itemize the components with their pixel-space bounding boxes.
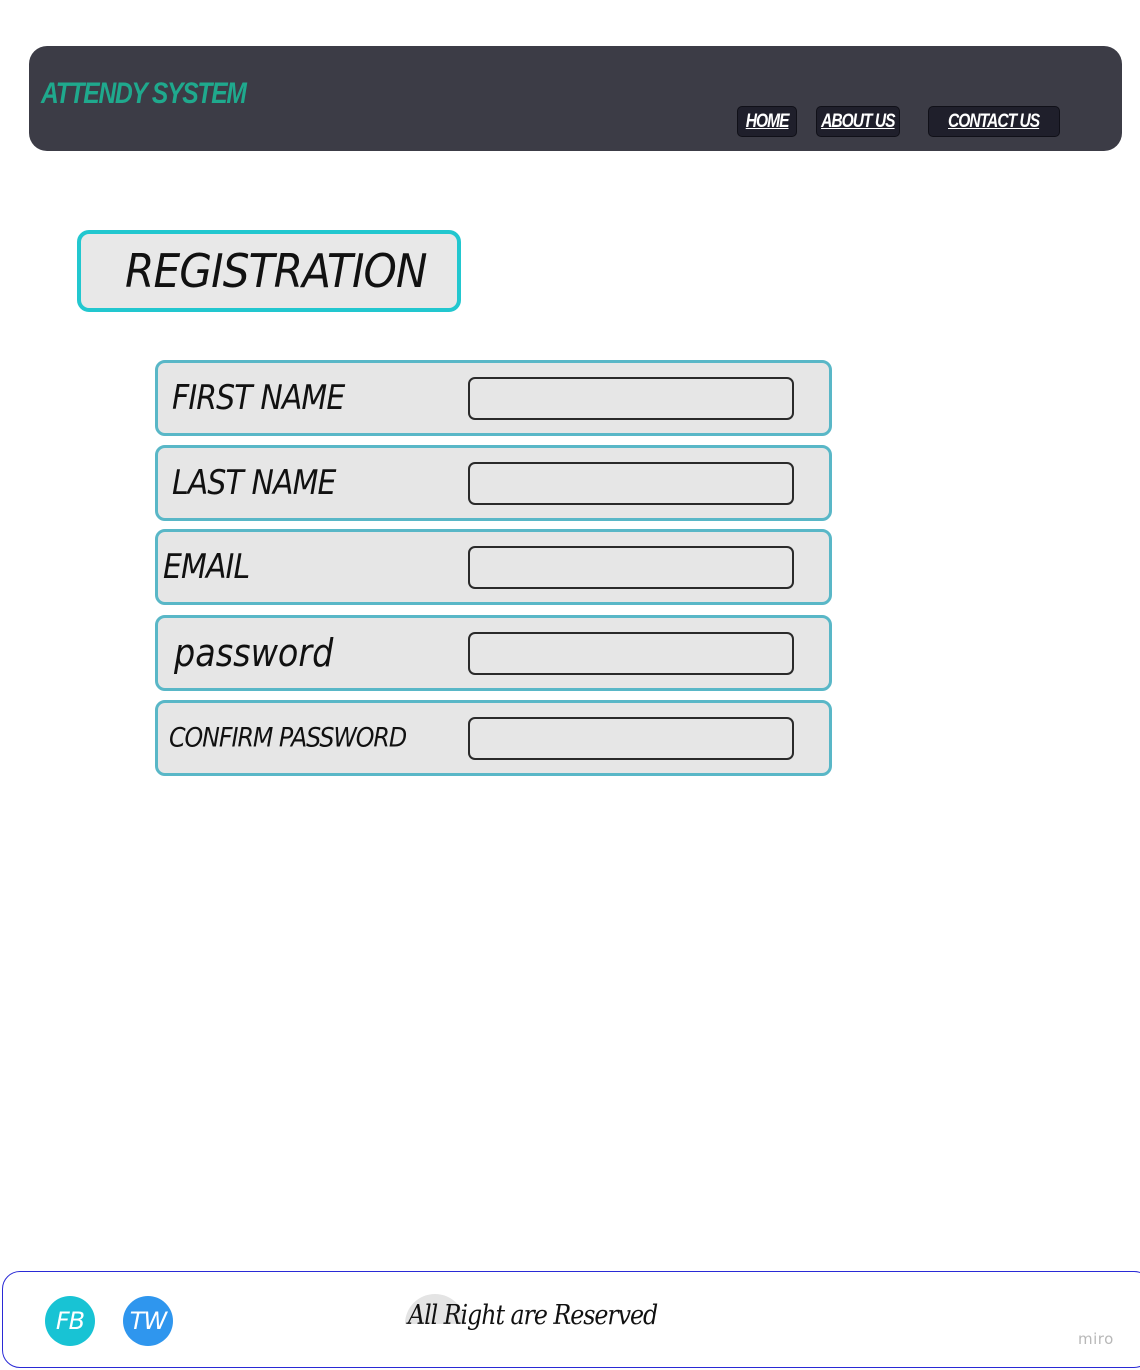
- first-name-label: FIRST NAME: [172, 378, 345, 418]
- first-name-input[interactable]: [468, 377, 794, 420]
- password-label: password: [174, 631, 334, 675]
- email-label: EMAIL: [163, 547, 250, 587]
- header-bar: ATTENDY SYSTEM HOME ABOUT US CONTACT US: [29, 46, 1122, 151]
- rights-text: All Right are Reserved: [408, 1300, 658, 1331]
- twitter-icon[interactable]: TW: [123, 1296, 173, 1346]
- page-title: REGISTRATION: [125, 244, 428, 298]
- nav-about-label: ABOUT US: [821, 110, 895, 132]
- last-name-input[interactable]: [468, 462, 794, 505]
- first-name-row: FIRST NAME: [155, 360, 832, 436]
- nav-home-button[interactable]: HOME: [737, 106, 797, 137]
- nav-contact-button[interactable]: CONTACT US: [928, 106, 1060, 137]
- last-name-label: LAST NAME: [172, 463, 336, 503]
- registration-title-box: REGISTRATION: [77, 230, 461, 312]
- facebook-icon[interactable]: FB: [45, 1296, 95, 1346]
- nav-about-button[interactable]: ABOUT US: [816, 106, 900, 137]
- email-row: EMAIL: [155, 529, 832, 605]
- twitter-label: TW: [129, 1307, 167, 1335]
- brand-logo-text: ATTENDY SYSTEM: [41, 77, 247, 110]
- confirm-password-input[interactable]: [468, 717, 794, 760]
- password-row: password: [155, 615, 832, 691]
- nav-home-label: HOME: [745, 110, 790, 132]
- confirm-password-label: CONFIRM PASSWORD: [169, 722, 407, 754]
- email-input[interactable]: [468, 546, 794, 589]
- last-name-row: LAST NAME: [155, 445, 832, 521]
- confirm-password-row: CONFIRM PASSWORD: [155, 700, 832, 776]
- password-input[interactable]: [468, 632, 794, 675]
- nav-contact-label: CONTACT US: [948, 110, 1040, 132]
- miro-watermark: miro: [1078, 1330, 1114, 1348]
- page: ATTENDY SYSTEM HOME ABOUT US CONTACT US …: [0, 0, 1140, 1370]
- footer-bar: FB TW All Right are Reserved miro: [2, 1271, 1140, 1368]
- facebook-label: FB: [55, 1307, 85, 1335]
